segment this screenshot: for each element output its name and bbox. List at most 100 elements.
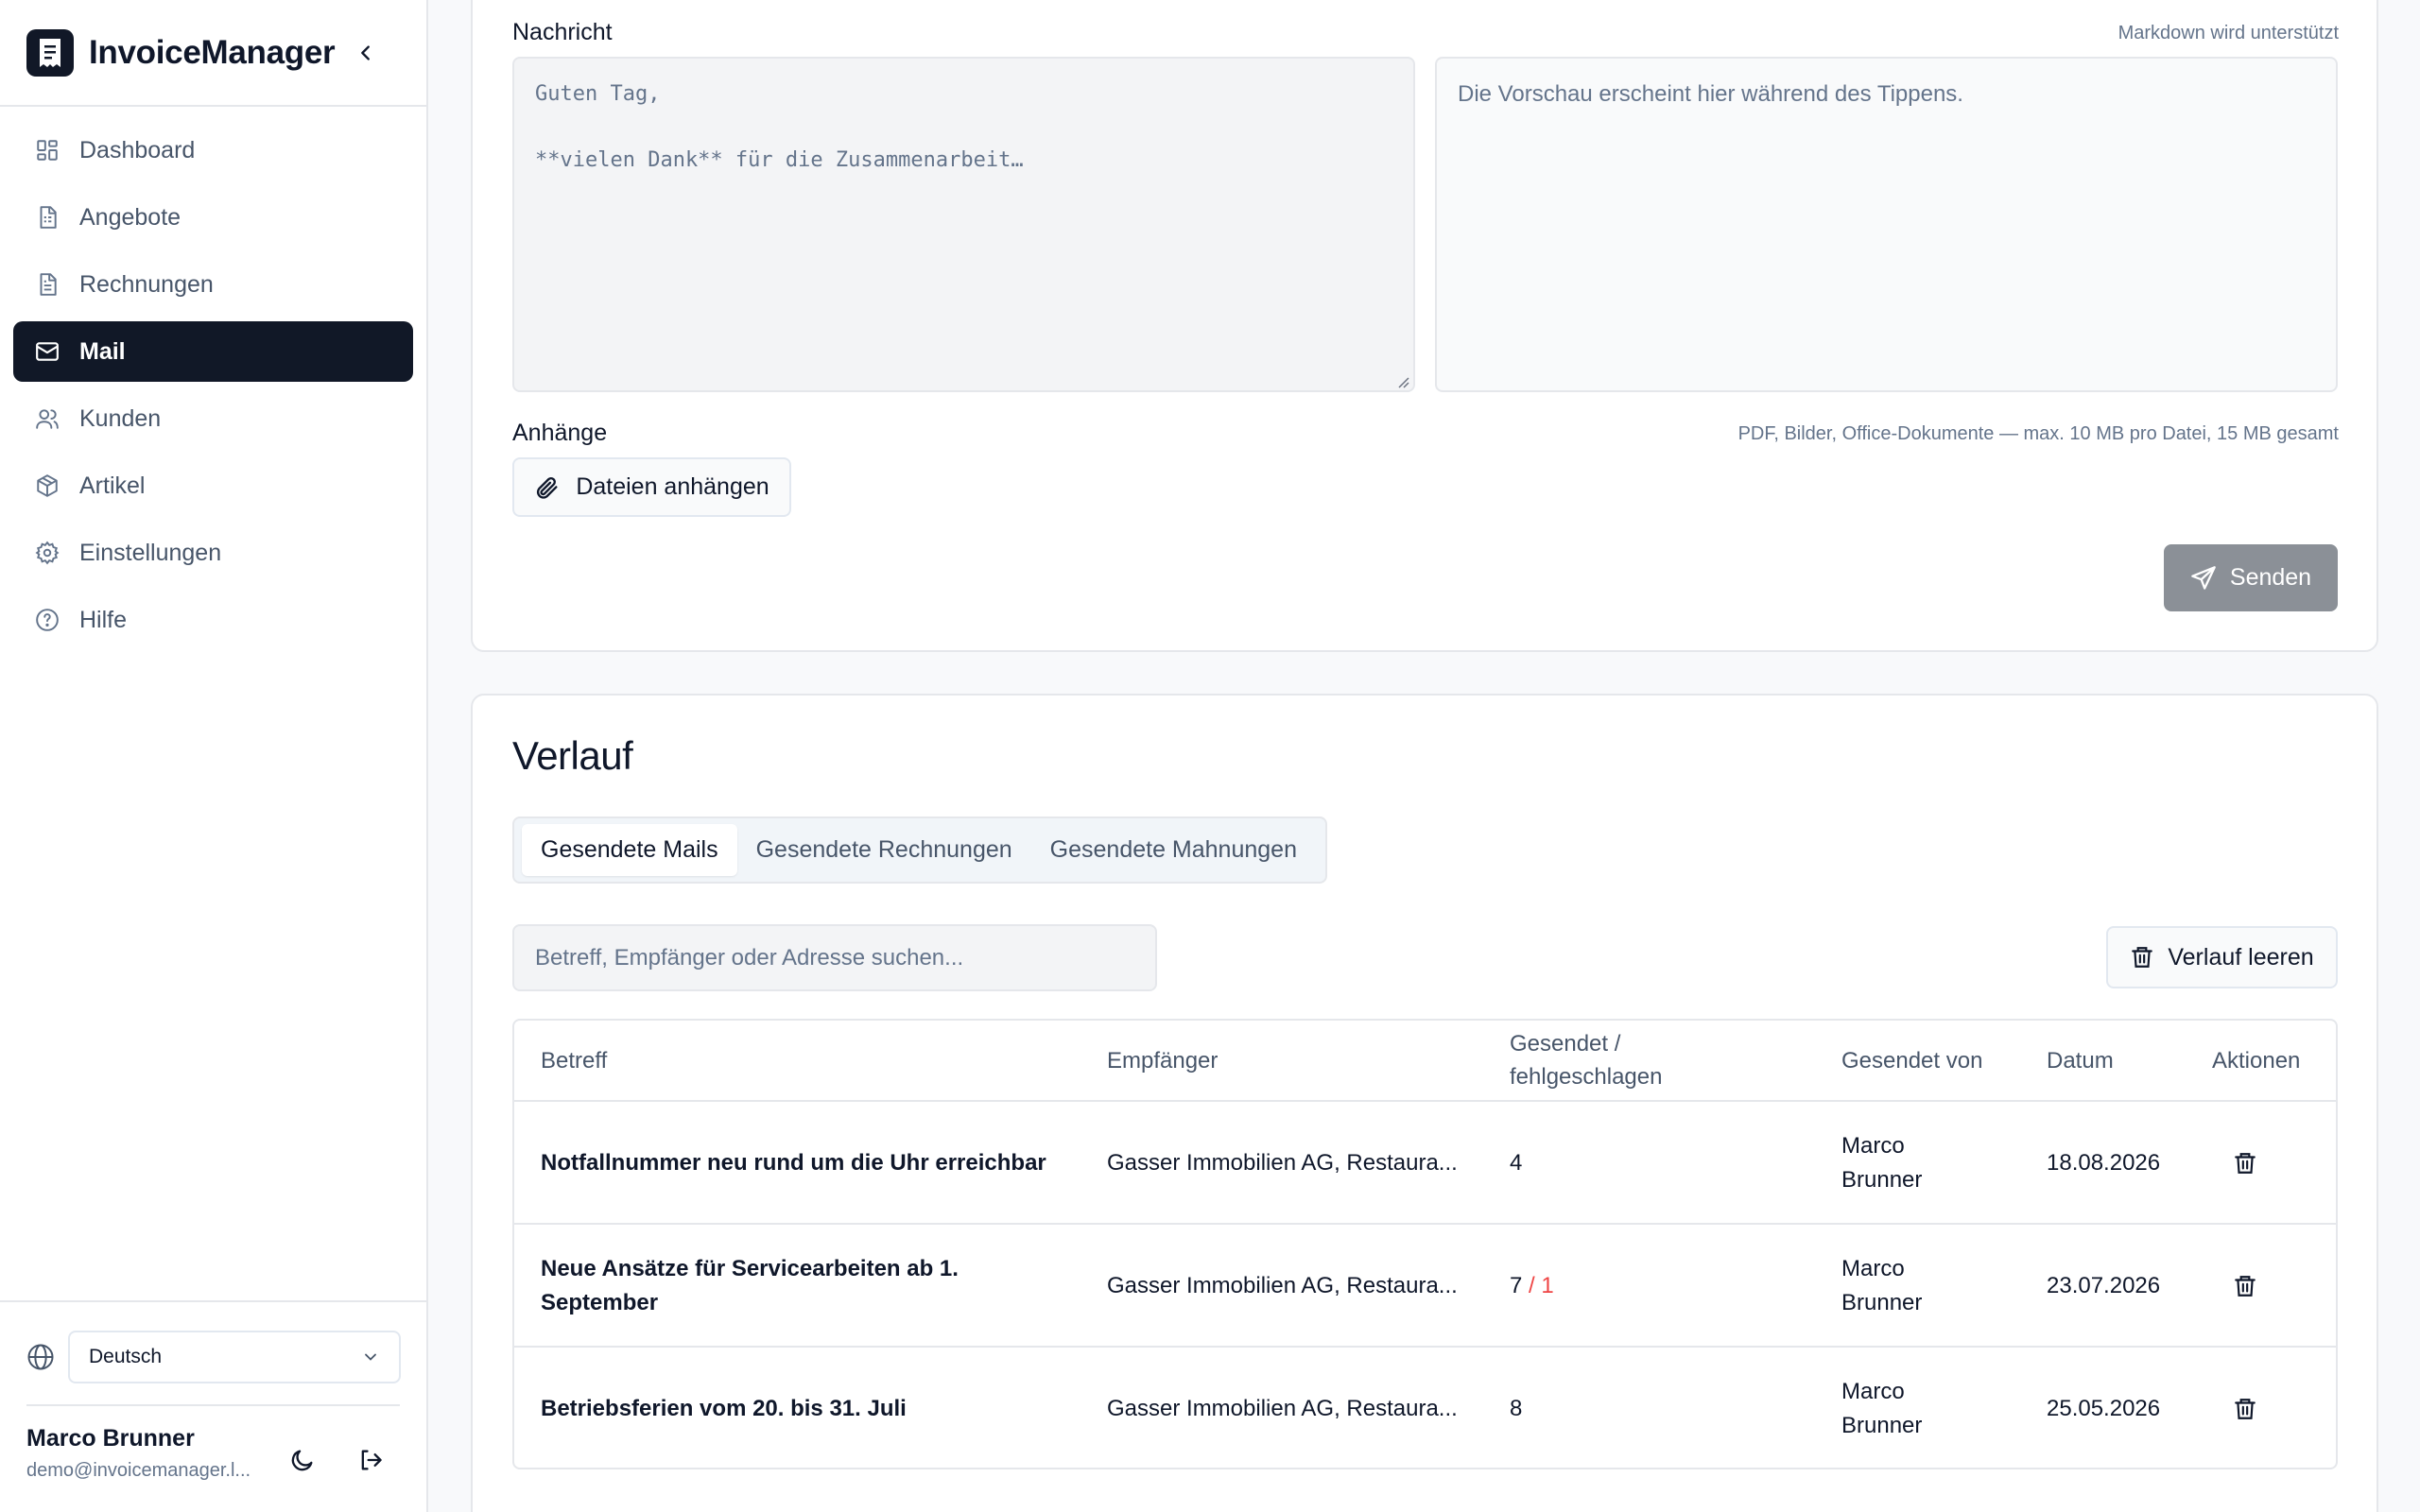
table-header: Betreff Empfänger Gesendet / fehlgeschla… bbox=[514, 1021, 2336, 1102]
row-sent-count: 8 bbox=[1510, 1392, 1522, 1426]
sidebar-item-einstellungen[interactable]: Einstellungen bbox=[13, 523, 413, 583]
col-actions: Aktionen bbox=[2212, 1048, 2301, 1074]
history-tabs: Gesendete Mails Gesendete Rechnungen Ges… bbox=[512, 816, 1327, 884]
language-select[interactable]: Deutsch bbox=[68, 1331, 401, 1383]
package-icon bbox=[34, 472, 60, 499]
sidebar-item-dashboard[interactable]: Dashboard bbox=[13, 120, 413, 180]
brand-header: InvoiceManager bbox=[0, 0, 426, 107]
language-selected-value: Deutsch bbox=[89, 1346, 163, 1367]
sidebar-item-label: Kunden bbox=[79, 404, 162, 432]
attach-files-button[interactable]: Dateien anhängen bbox=[512, 457, 791, 517]
delete-row-button[interactable] bbox=[2229, 1393, 2261, 1425]
sidebar-item-label: Mail bbox=[79, 337, 126, 365]
trash-icon bbox=[2235, 1399, 2256, 1419]
row-sent-count: 7 / 1 bbox=[1510, 1269, 1554, 1303]
user-email: demo@invoicemanager.l... bbox=[26, 1460, 251, 1481]
sent-by-line2: Brunner bbox=[1841, 1413, 1923, 1438]
row-sent-by: Marco Brunner bbox=[1841, 1252, 1922, 1320]
history-search-input[interactable] bbox=[512, 924, 1157, 991]
send-label: Senden bbox=[2229, 564, 2312, 591]
users-icon bbox=[34, 405, 60, 432]
trash-icon bbox=[2235, 1276, 2256, 1297]
sidebar-item-label: Artikel bbox=[79, 472, 146, 499]
sidebar-item-label: Hilfe bbox=[79, 606, 128, 633]
logout-button[interactable] bbox=[354, 1444, 387, 1476]
markdown-preview: Die Vorschau erscheint hier während des … bbox=[1435, 57, 2338, 392]
sent-count: 4 bbox=[1510, 1150, 1523, 1176]
attach-files-label: Dateien anhängen bbox=[576, 473, 769, 500]
sidebar-item-label: Angebote bbox=[79, 203, 182, 231]
dashboard-icon bbox=[34, 137, 60, 163]
markdown-hint: Markdown wird unterstützt bbox=[2118, 23, 2339, 43]
col-sent-failed-line2: fehlgeschlagen bbox=[1510, 1064, 1663, 1090]
row-sent-by: Marco Brunner bbox=[1841, 1129, 1922, 1197]
resize-grip-icon[interactable] bbox=[1395, 374, 1410, 389]
sidebar-item-rechnungen[interactable]: Rechnungen bbox=[13, 254, 413, 315]
row-date: 18.08.2026 bbox=[2047, 1150, 2161, 1176]
col-recipient: Empfänger bbox=[1107, 1048, 1219, 1074]
row-subject-line1: Notfallnummer neu rund um die Uhr erreic… bbox=[541, 1150, 1046, 1176]
sent-by-line2: Brunner bbox=[1841, 1290, 1923, 1315]
mail-icon bbox=[34, 338, 60, 365]
moon-icon bbox=[291, 1450, 313, 1471]
row-recipient: Gasser Immobilien AG, Restaura... bbox=[1107, 1150, 1458, 1176]
tab-sent-mails[interactable]: Gesendete Mails bbox=[522, 824, 737, 876]
sidebar-item-mail[interactable]: Mail bbox=[13, 321, 413, 382]
help-circle-icon bbox=[34, 607, 60, 633]
history-table: Betreff Empfänger Gesendet / fehlgeschla… bbox=[512, 1019, 2338, 1469]
table-row[interactable]: Neue Ansätze für Servicearbeiten ab 1. S… bbox=[514, 1225, 2336, 1348]
col-date: Datum bbox=[2047, 1048, 2114, 1074]
sidebar-item-angebote[interactable]: Angebote bbox=[13, 187, 413, 248]
user-actions bbox=[286, 1444, 387, 1476]
trash-icon bbox=[2132, 947, 2153, 968]
app-title: InvoiceManager bbox=[89, 33, 336, 71]
sidebar-item-artikel[interactable]: Artikel bbox=[13, 455, 413, 516]
paperclip-icon bbox=[537, 476, 558, 499]
app-logo-icon bbox=[26, 28, 74, 77]
row-sent-by: Marco Brunner bbox=[1841, 1375, 1922, 1443]
delete-row-button[interactable] bbox=[2229, 1147, 2261, 1179]
delete-row-button[interactable] bbox=[2229, 1270, 2261, 1302]
table-row[interactable]: Betriebsferien vom 20. bis 31. Juli Gass… bbox=[514, 1348, 2336, 1470]
clear-history-label: Verlauf leeren bbox=[2168, 943, 2314, 971]
collapse-sidebar-button[interactable] bbox=[351, 38, 381, 68]
send-button[interactable]: Senden bbox=[2164, 544, 2338, 611]
col-subject: Betreff bbox=[541, 1048, 608, 1074]
send-icon bbox=[2191, 565, 2216, 590]
message-label: Nachricht bbox=[512, 19, 613, 45]
quote-document-icon bbox=[34, 204, 60, 231]
table-row[interactable]: Notfallnummer neu rund um die Uhr erreic… bbox=[514, 1102, 2336, 1225]
divider bbox=[26, 1404, 400, 1406]
message-textarea[interactable]: Guten Tag, **vielen Dank** für die Zusam… bbox=[512, 57, 1415, 392]
row-date: 23.07.2026 bbox=[2047, 1273, 2161, 1298]
col-sent-failed-line1: Gesendet / bbox=[1510, 1031, 1621, 1057]
sent-by-line1: Marco bbox=[1841, 1133, 1905, 1159]
theme-toggle-button[interactable] bbox=[286, 1444, 319, 1476]
sidebar-item-hilfe[interactable]: Hilfe bbox=[13, 590, 413, 650]
trash-icon bbox=[2235, 1153, 2256, 1174]
row-subject-line1: Neue Ansätze für Servicearbeiten ab 1. bbox=[541, 1256, 959, 1281]
globe-icon bbox=[26, 1343, 55, 1371]
tab-sent-invoices[interactable]: Gesendete Rechnungen bbox=[737, 824, 1031, 876]
language-row: Deutsch bbox=[26, 1331, 401, 1383]
sidebar-item-label: Dashboard bbox=[79, 136, 196, 163]
history-title: Verlauf bbox=[512, 733, 633, 778]
sent-count: 7 bbox=[1510, 1273, 1523, 1298]
row-subject-line2: September bbox=[541, 1290, 659, 1315]
row-subject: Neue Ansätze für Servicearbeiten ab 1. S… bbox=[541, 1252, 959, 1320]
main-navigation: Dashboard Angebote Rechnungen Mail Kunde… bbox=[0, 107, 426, 650]
sidebar: InvoiceManager Dashboard Angebote Rechnu… bbox=[0, 0, 428, 1512]
row-recipient: Gasser Immobilien AG, Restaura... bbox=[1107, 1273, 1458, 1298]
sent-by-line1: Marco bbox=[1841, 1379, 1905, 1404]
sidebar-item-kunden[interactable]: Kunden bbox=[13, 388, 413, 449]
tab-sent-reminders[interactable]: Gesendete Mahnungen bbox=[1031, 824, 1316, 876]
row-sent-count: 4 bbox=[1510, 1146, 1522, 1180]
failed-count: / 1 bbox=[1522, 1273, 1554, 1298]
row-subject: Betriebsferien vom 20. bis 31. Juli bbox=[541, 1392, 907, 1426]
col-sent-by: Gesendet von bbox=[1841, 1048, 1983, 1074]
row-subject: Notfallnummer neu rund um die Uhr erreic… bbox=[541, 1146, 1046, 1180]
user-name: Marco Brunner bbox=[26, 1425, 195, 1452]
row-recipient: Gasser Immobilien AG, Restaura... bbox=[1107, 1396, 1458, 1421]
clear-history-button[interactable]: Verlauf leeren bbox=[2106, 926, 2338, 988]
sent-by-line1: Marco bbox=[1841, 1256, 1905, 1281]
